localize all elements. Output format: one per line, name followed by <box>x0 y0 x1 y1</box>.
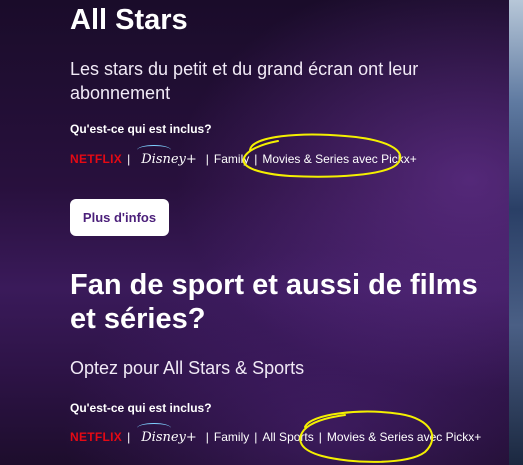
background-image-edge <box>509 0 523 465</box>
disney-plus-logo: Disney+ <box>135 144 201 167</box>
section2-included-label: Qu'est-ce qui est inclus? <box>70 401 212 415</box>
section2-title: Fan de sport et aussi de films et séries… <box>70 269 478 335</box>
provider-movies-series: Movies & Series avec Pickx+ <box>326 430 482 444</box>
section1-subtitle: Les stars du petit et du grand écran ont… <box>70 59 419 103</box>
netflix-logo: NETFLIX <box>70 152 123 166</box>
separator: | <box>254 430 258 444</box>
netflix-logo: NETFLIX <box>70 430 123 444</box>
separator: | <box>127 152 131 166</box>
separator: | <box>318 430 322 444</box>
separator: | <box>127 430 131 444</box>
more-info-button[interactable]: Plus d'infos <box>70 199 169 236</box>
section1-title: All Stars <box>70 4 188 36</box>
provider-movies-series: Movies & Series avec Pickx+ <box>262 152 417 166</box>
disney-plus-logo: Disney+ <box>135 422 201 445</box>
provider-all-sports: All Sports <box>262 430 314 444</box>
section1-included-label: Qu'est-ce qui est inclus? <box>70 122 212 136</box>
section2-providers: NETFLIX | Disney+ | Family | All Sports … <box>70 422 482 447</box>
separator: | <box>254 152 258 166</box>
separator: | <box>205 430 209 444</box>
separator: | <box>205 152 209 166</box>
provider-family: Family <box>213 152 250 166</box>
section2-subtitle: Optez pour All Stars & Sports <box>70 358 305 378</box>
section1-providers: NETFLIX | Disney+ | Family | Movies & Se… <box>70 144 417 169</box>
provider-family: Family <box>213 430 250 444</box>
